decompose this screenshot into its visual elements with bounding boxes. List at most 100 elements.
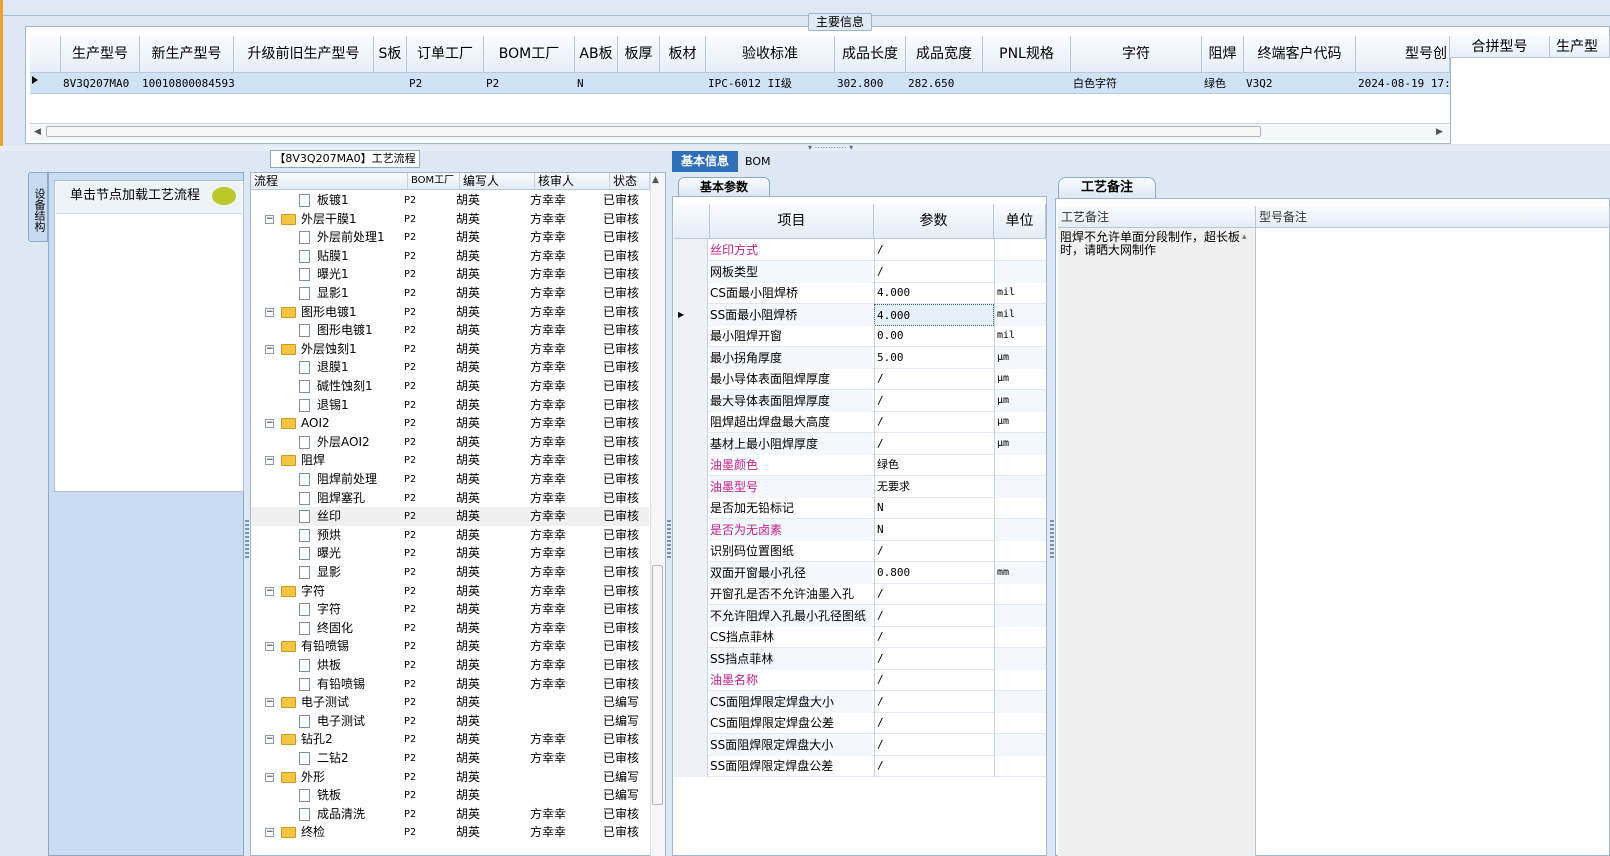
tree-row[interactable]: − 字符 P2 胡英 方幸幸 已审核 bbox=[251, 582, 649, 601]
main-cell-14[interactable]: 绿色 bbox=[1202, 73, 1244, 94]
tree-node-label[interactable]: 阻焊前处理 bbox=[317, 470, 377, 489]
row-indicator[interactable] bbox=[674, 432, 708, 455]
main-cell-4[interactable]: P2 bbox=[407, 73, 484, 94]
col-header-10[interactable]: 成品长度 bbox=[835, 36, 906, 73]
param-row[interactable]: 阻焊超出焊盘最大高度 / μm bbox=[674, 411, 1046, 433]
row-indicator[interactable] bbox=[674, 475, 708, 498]
param-row[interactable]: 网板类型 / bbox=[674, 260, 1046, 283]
row-indicator[interactable] bbox=[674, 712, 708, 734]
param-row[interactable]: CS面最小阻焊桥 4.000 mil bbox=[674, 282, 1046, 304]
main-cell-5[interactable]: P2 bbox=[484, 73, 575, 94]
col-header-1[interactable]: 新生产型号 bbox=[140, 36, 234, 73]
tree-row[interactable]: 丝印 P2 胡英 方幸幸 已审核 bbox=[251, 507, 649, 527]
tree-node-label[interactable]: 退膜1 bbox=[317, 358, 349, 377]
col-header-8[interactable]: 板材 bbox=[660, 36, 706, 73]
tree-node-label[interactable]: 预烘 bbox=[317, 526, 341, 545]
tree-node-label[interactable]: 曝光 bbox=[317, 544, 341, 563]
row-indicator[interactable] bbox=[674, 604, 708, 627]
tree-header-reviewer[interactable]: 核审人 bbox=[535, 173, 610, 190]
param-value[interactable]: / bbox=[874, 583, 994, 605]
tree-node-label[interactable]: 显影1 bbox=[317, 284, 349, 303]
scroll-up-icon[interactable]: ▴ bbox=[1242, 232, 1247, 242]
tree-node-label[interactable]: 外层前处理1 bbox=[317, 228, 385, 247]
tree-node-label[interactable]: 外层AOI2 bbox=[317, 433, 370, 452]
col-header-prod-model[interactable]: 生产型 bbox=[1550, 36, 1610, 58]
params-header-value[interactable]: 参数 bbox=[874, 204, 994, 239]
main-cell-6[interactable]: N bbox=[575, 73, 618, 94]
param-row[interactable]: 油墨型号 无要求 bbox=[674, 475, 1046, 498]
col-header-0[interactable]: 生产型号 bbox=[61, 36, 140, 73]
collapse-icon[interactable]: − bbox=[265, 735, 274, 745]
tree-node-label[interactable]: 显影 bbox=[317, 563, 341, 582]
tree-row[interactable]: − 有铅喷锡 P2 胡英 方幸幸 已审核 bbox=[251, 637, 649, 656]
row-indicator[interactable] bbox=[674, 368, 708, 390]
col-header-11[interactable]: 成品宽度 bbox=[906, 36, 983, 73]
param-row[interactable]: 最小阻焊开窗 0.00 mil bbox=[674, 325, 1046, 347]
param-value[interactable]: 0.800 bbox=[874, 561, 994, 584]
tree-node-label[interactable]: 钻孔2 bbox=[301, 730, 333, 749]
param-value[interactable]: / bbox=[874, 540, 994, 562]
row-indicator[interactable] bbox=[674, 411, 708, 433]
param-value[interactable]: / bbox=[874, 712, 994, 734]
tree-node-label[interactable]: 外层蚀刻1 bbox=[301, 340, 357, 359]
main-cell-12[interactable] bbox=[983, 73, 1071, 94]
splitter-grip-mid[interactable] bbox=[667, 520, 671, 560]
col-header-15[interactable]: 终端客户代码 bbox=[1244, 36, 1356, 73]
param-value[interactable]: / bbox=[874, 733, 994, 756]
row-indicator[interactable] bbox=[674, 518, 708, 541]
row-indicator[interactable] bbox=[674, 669, 708, 691]
param-value[interactable]: / bbox=[874, 432, 994, 455]
tree-node-label[interactable]: 丝印 bbox=[317, 507, 341, 526]
param-row[interactable]: 最小导体表面阻焊厚度 / μm bbox=[674, 368, 1046, 390]
tree-row[interactable]: − 电子测试 P2 胡英 已编写 bbox=[251, 693, 649, 712]
tab-bom[interactable]: BOM bbox=[745, 151, 785, 172]
tree-row[interactable]: − 终检 P2 胡英 方幸幸 已审核 bbox=[251, 823, 649, 842]
tree-row[interactable]: 显影1 P2 胡英 方幸幸 已审核 bbox=[251, 284, 649, 303]
param-value[interactable]: 绿色 bbox=[874, 454, 994, 476]
tree-row[interactable]: 字符 P2 胡英 方幸幸 已审核 bbox=[251, 600, 649, 619]
tree-row[interactable]: 贴膜1 P2 胡英 方幸幸 已审核 bbox=[251, 247, 649, 266]
tree-row[interactable]: 有铅喷锡 P2 胡英 方幸幸 已审核 bbox=[251, 675, 649, 694]
tree-node-label[interactable]: 贴膜1 bbox=[317, 247, 349, 266]
tab-basic-info[interactable]: 基本信息 bbox=[672, 151, 738, 172]
param-row[interactable]: SS面阻焊限定焊盘大小 / bbox=[674, 733, 1046, 756]
param-row[interactable]: 开窗孔是否不允许油墨入孔 / bbox=[674, 583, 1046, 605]
row-indicator[interactable] bbox=[674, 260, 708, 283]
param-value[interactable]: 4.000 bbox=[874, 282, 994, 304]
scroll-up-icon[interactable]: ▲ bbox=[652, 175, 659, 185]
tree-row[interactable]: 外层前处理1 P2 胡英 方幸幸 已审核 bbox=[251, 228, 649, 247]
main-cell-15[interactable]: V3Q2 bbox=[1244, 73, 1356, 94]
tree-node-label[interactable]: 铣板 bbox=[317, 786, 341, 805]
param-row[interactable]: CS面阻焊限定焊盘公差 / bbox=[674, 712, 1046, 734]
tree-row[interactable]: 曝光 P2 胡英 方幸幸 已审核 bbox=[251, 544, 649, 563]
param-value[interactable]: / bbox=[874, 690, 994, 713]
tree-header-status[interactable]: 状态 bbox=[610, 173, 650, 190]
main-cell-8[interactable] bbox=[660, 73, 706, 94]
main-cell-3[interactable] bbox=[374, 73, 407, 94]
col-header-5[interactable]: BOM工厂 bbox=[484, 36, 575, 73]
param-value[interactable]: / bbox=[874, 239, 994, 261]
param-row[interactable]: CS面阻焊限定焊盘大小 / bbox=[674, 690, 1046, 713]
param-value[interactable]: / bbox=[874, 669, 994, 691]
tree-header-flow[interactable]: 流程 bbox=[251, 173, 408, 190]
tree-node-label[interactable]: 字符 bbox=[301, 582, 325, 601]
tree-row[interactable]: 二钻2 P2 胡英 方幸幸 已审核 bbox=[251, 749, 649, 768]
row-indicator[interactable] bbox=[674, 540, 708, 562]
row-indicator[interactable] bbox=[674, 389, 708, 412]
tree-node-label[interactable]: 外形 bbox=[301, 768, 325, 787]
scroll-left-icon[interactable]: ◀ bbox=[34, 127, 41, 137]
param-value[interactable]: 5.00 bbox=[874, 346, 994, 369]
col-header-2[interactable]: 升级前旧生产型号 bbox=[234, 36, 374, 73]
tree-node-label[interactable]: 退锡1 bbox=[317, 396, 349, 415]
main-cell-1[interactable]: 10010800084593 bbox=[140, 73, 234, 94]
main-cell-2[interactable] bbox=[234, 73, 374, 94]
param-value[interactable]: / bbox=[874, 389, 994, 412]
param-row[interactable]: 最小拐角厚度 5.00 μm bbox=[674, 346, 1046, 369]
param-value[interactable]: / bbox=[874, 411, 994, 433]
main-cell-10[interactable]: 302.800 bbox=[835, 73, 906, 94]
tree-row[interactable]: 曝光1 P2 胡英 方幸幸 已审核 bbox=[251, 265, 649, 284]
tree-row[interactable]: − 外层干膜1 P2 胡英 方幸幸 已审核 bbox=[251, 210, 649, 229]
main-cell-0[interactable]: 8V3Q207MA0 bbox=[61, 73, 140, 94]
remarks-header-model[interactable]: 型号备注 bbox=[1256, 206, 1610, 228]
param-row[interactable]: 油墨颜色 绿色 bbox=[674, 454, 1046, 476]
